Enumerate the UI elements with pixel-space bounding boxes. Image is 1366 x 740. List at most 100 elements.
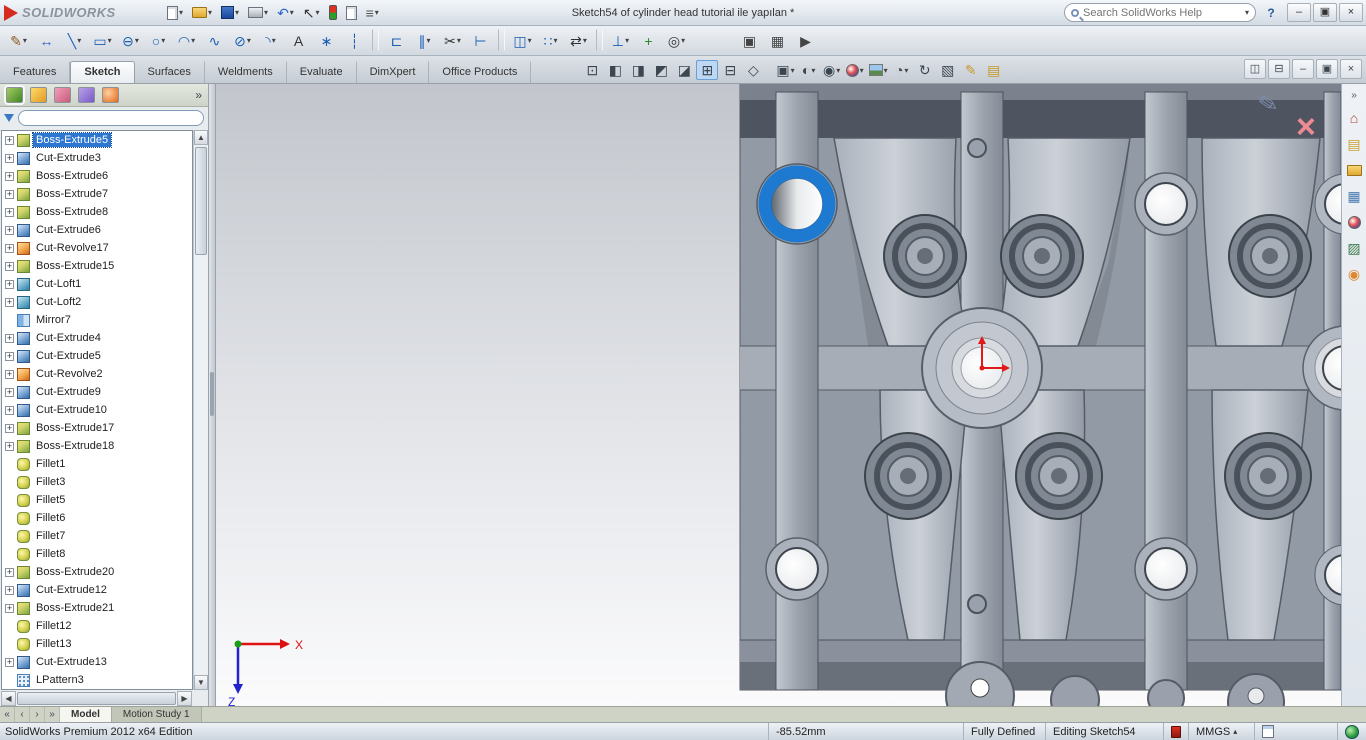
model-tab[interactable]: Model xyxy=(60,707,112,722)
extend-entities-tool[interactable]: ⊢ ▾ xyxy=(468,29,493,53)
expand-icon[interactable]: + xyxy=(5,136,14,145)
expand-icon[interactable]: + xyxy=(5,388,14,397)
expand-icon[interactable]: + xyxy=(5,370,14,379)
edit-sketch-icon[interactable]: ✎ ▾ xyxy=(960,60,982,80)
restore-button[interactable]: ▣ xyxy=(1313,3,1337,22)
task-pane-expand-icon[interactable]: » xyxy=(1351,90,1357,101)
model-body[interactable] xyxy=(740,84,1341,690)
unit-system-selector[interactable]: MMGS ▴ xyxy=(1188,723,1254,740)
featuremanager-tab-icon[interactable] xyxy=(6,87,23,103)
splitter-handle-icon[interactable] xyxy=(210,372,214,416)
selected-sketch-circle[interactable] xyxy=(757,164,837,244)
offset-entities-tool[interactable]: ∥ ▾ xyxy=(412,29,437,53)
move-entities-tool[interactable]: ⇄ ▾ xyxy=(566,29,591,53)
doc-restore-button[interactable]: ▣ xyxy=(1316,59,1338,79)
tree-item-fillet12[interactable]: + Fillet12 xyxy=(2,617,192,635)
expand-icon[interactable]: + xyxy=(5,154,14,163)
smart-dimension-button[interactable]: ↔ ▾ xyxy=(34,29,59,53)
pane-split-button[interactable]: ⊟ xyxy=(1268,59,1290,79)
view-back-icon[interactable]: ◨ xyxy=(627,60,649,80)
tree-item-fillet1[interactable]: + Fillet1 xyxy=(2,455,192,473)
expand-icon[interactable]: + xyxy=(5,406,14,415)
last-tab-button[interactable]: » xyxy=(45,707,60,722)
screen-capture-icon[interactable]: ▣ xyxy=(737,29,762,53)
tree-item-mirror7[interactable]: + Mirror7 xyxy=(2,311,192,329)
solidworks-resources-icon[interactable]: ◉ xyxy=(1345,265,1363,283)
expand-icon[interactable]: + xyxy=(5,190,14,199)
text-tool[interactable]: A ▾ xyxy=(286,29,311,53)
doc-minimize-button[interactable]: – xyxy=(1292,59,1314,79)
tree-vertical-scrollbar[interactable]: ▲ ▼ xyxy=(193,130,208,690)
panel-overflow-icon[interactable]: » xyxy=(195,88,202,102)
tab-evaluate[interactable]: Evaluate xyxy=(287,61,357,83)
view-settings-icon[interactable]: ◔ ▾ xyxy=(891,60,913,80)
tree-item-fillet8[interactable]: + Fillet8 xyxy=(2,545,192,563)
line-tool[interactable]: ╲ ▾ xyxy=(62,29,87,53)
tree-item-boss-extrude21[interactable]: + Boss-Extrude21 xyxy=(2,599,192,617)
tree-item-cut-extrude9[interactable]: + Cut-Extrude9 xyxy=(2,383,192,401)
scroll-up-icon[interactable]: ▲ xyxy=(194,130,208,145)
linear-sketch-pattern-tool[interactable]: ∷ ▾ xyxy=(538,29,563,53)
tree-item-cut-revolve17[interactable]: + Cut-Revolve17 xyxy=(2,239,192,257)
tree-item-fillet6[interactable]: + Fillet6 xyxy=(2,509,192,527)
view-top-icon[interactable]: ⊞ xyxy=(696,60,718,80)
image-capture-icon[interactable]: ▦ xyxy=(765,29,790,53)
display-relations-tool[interactable]: ⊥ ▾ xyxy=(608,29,633,53)
ellipse-tool[interactable]: ⊘ ▾ xyxy=(230,29,255,53)
tab-surfaces[interactable]: Surfaces xyxy=(135,61,205,83)
file-properties-button[interactable]: ▾ xyxy=(343,3,360,23)
expand-icon[interactable]: + xyxy=(5,244,14,253)
point-tool[interactable]: ∗ ▾ xyxy=(314,29,339,53)
tab-features[interactable]: Features xyxy=(0,61,70,83)
save-button[interactable]: ▾ xyxy=(218,3,242,23)
view-palette-icon[interactable]: ▦ xyxy=(1345,187,1363,205)
task-pane-home-icon[interactable]: ⌂ xyxy=(1345,109,1363,127)
expand-icon[interactable]: + xyxy=(5,280,14,289)
arc-tool[interactable]: ◠ ▾ xyxy=(174,29,199,53)
apply-scene-icon[interactable]: ▾ xyxy=(867,60,890,80)
resources-segment[interactable] xyxy=(1337,723,1366,740)
print-button[interactable]: ▾ xyxy=(245,3,271,23)
expand-icon[interactable]: + xyxy=(5,262,14,271)
view-front-icon[interactable]: ◧ xyxy=(604,60,626,80)
view-bottom-icon[interactable]: ⊟ xyxy=(719,60,741,80)
configurationmanager-tab-icon[interactable] xyxy=(54,87,71,103)
motion-study-tab[interactable]: Motion Study 1 xyxy=(112,707,202,722)
expand-icon[interactable]: + xyxy=(5,208,14,217)
expand-icon[interactable]: + xyxy=(5,298,14,307)
minimize-button[interactable]: – xyxy=(1287,3,1311,22)
expand-icon[interactable]: + xyxy=(5,442,14,451)
centerline-tool[interactable]: ┆ ▾ xyxy=(342,29,367,53)
display-style-icon[interactable]: ◐ ▾ xyxy=(798,60,820,80)
new-document-button[interactable]: ▾ xyxy=(164,3,186,23)
center-boss[interactable] xyxy=(922,308,1042,428)
confirmation-corner-cancel-icon[interactable]: × xyxy=(1296,110,1316,144)
expand-icon[interactable]: + xyxy=(5,658,14,667)
tree-item-boss-extrude7[interactable]: + Boss-Extrude7 xyxy=(2,185,192,203)
tree-item-cut-extrude3[interactable]: + Cut-Extrude3 xyxy=(2,149,192,167)
3d-drawing-view-icon[interactable]: ▧ ▾ xyxy=(937,60,959,80)
tree-item-fillet5[interactable]: + Fillet5 xyxy=(2,491,192,509)
expand-icon[interactable]: + xyxy=(5,568,14,577)
quick-snaps-tool[interactable]: ◎ ▾ xyxy=(664,29,689,53)
expand-icon[interactable]: + xyxy=(5,604,14,613)
expand-icon[interactable]: + xyxy=(5,586,14,595)
tree-item-cut-extrude10[interactable]: + Cut-Extrude10 xyxy=(2,401,192,419)
expand-icon[interactable]: + xyxy=(5,226,14,235)
convert-entities-tool[interactable]: ⊏ ▾ xyxy=(384,29,409,53)
view-left-icon[interactable]: ◩ xyxy=(650,60,672,80)
sketch-picture-icon[interactable]: ▤ ▾ xyxy=(983,60,1005,80)
displaymanager-tab-icon[interactable] xyxy=(102,87,119,103)
first-tab-button[interactable]: « xyxy=(0,707,15,722)
hscroll-thumb[interactable] xyxy=(17,692,176,705)
options-button[interactable]: ≡ ▾ xyxy=(363,3,382,23)
next-tab-button[interactable]: › xyxy=(30,707,45,722)
file-explorer-icon[interactable] xyxy=(1345,161,1363,179)
tree-item-boss-extrude18[interactable]: + Boss-Extrude18 xyxy=(2,437,192,455)
tree-item-cut-loft2[interactable]: + Cut-Loft2 xyxy=(2,293,192,311)
tree-item-cut-revolve2[interactable]: + Cut-Revolve2 xyxy=(2,365,192,383)
tree-item-fillet3[interactable]: + Fillet3 xyxy=(2,473,192,491)
tab-sketch[interactable]: Sketch xyxy=(70,61,134,83)
mirror-entities-tool[interactable]: ◫ ▾ xyxy=(510,29,535,53)
select-button[interactable]: ↖ ▾ xyxy=(300,3,323,23)
